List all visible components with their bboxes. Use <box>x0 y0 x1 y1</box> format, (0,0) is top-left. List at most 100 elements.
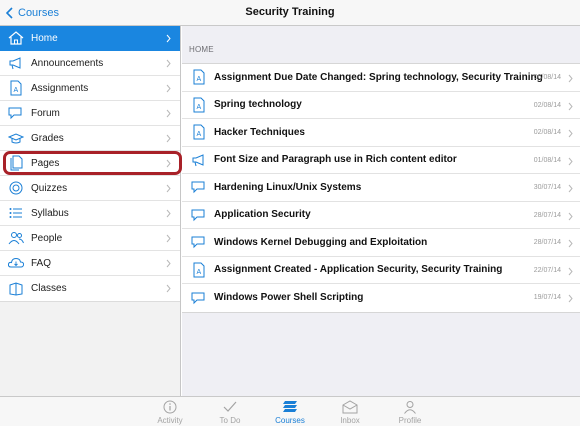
chevron-right-icon <box>568 184 573 193</box>
classes-icon <box>6 281 26 297</box>
sidebar-item-grades[interactable]: Grades <box>0 126 180 151</box>
home-activity-panel: HOME A Assignment Due Date Changed: Spri… <box>182 26 580 396</box>
sidebar-item-label: Forum <box>31 107 60 119</box>
tab-label: To Do <box>219 416 241 425</box>
discussion-icon <box>191 207 207 223</box>
sidebar-item-label: Syllabus <box>31 207 69 219</box>
chevron-right-icon <box>166 234 171 243</box>
item-date: 02/08/14 <box>533 129 561 136</box>
discussion-icon <box>191 290 207 306</box>
list-item[interactable]: Font Size and Paragraph use in Rich cont… <box>182 147 580 174</box>
list-item[interactable]: A Spring technology 02/08/14 <box>182 92 580 119</box>
sidebar-menu: Home Announcements A Assignments Forum G… <box>0 26 180 302</box>
item-title: Hardening Linux/Unix Systems <box>214 181 362 193</box>
list-item[interactable]: A Assignment Created - Application Secur… <box>182 257 580 284</box>
sidebar-item-classes[interactable]: Classes <box>0 276 180 301</box>
item-title: Font Size and Paragraph use in Rich cont… <box>214 154 457 166</box>
item-date: 22/07/14 <box>533 266 561 274</box>
list-item[interactable]: A Assignment Due Date Changed: Spring te… <box>182 64 580 92</box>
chevron-right-icon <box>568 239 573 248</box>
chevron-right-icon <box>166 34 171 43</box>
sidebar-item-label: Assignments <box>31 82 89 94</box>
sidebar-item-syllabus[interactable]: Syllabus <box>0 201 180 226</box>
svg-text:A: A <box>197 269 202 276</box>
item-title: Spring technology <box>214 99 302 111</box>
sidebar-item-home[interactable]: Home <box>0 26 180 51</box>
item-date: 30/07/14 <box>533 184 561 191</box>
item-title: Assignment Created - Application Securit… <box>214 264 503 276</box>
sidebar-item-people[interactable]: People <box>0 226 180 251</box>
chevron-right-icon <box>166 159 171 168</box>
chevron-right-icon <box>568 129 573 138</box>
discussion-icon <box>191 234 207 250</box>
syllabus-icon <box>6 205 26 221</box>
item-title: Windows Power Shell Scripting <box>214 292 364 304</box>
sidebar-item-label: Grades <box>31 132 64 144</box>
course-sidebar: Home Announcements A Assignments Forum G… <box>0 26 181 396</box>
tab-to-do[interactable]: To Do <box>210 399 250 425</box>
tab-courses[interactable]: Courses <box>270 399 310 425</box>
svg-text:A: A <box>14 87 19 94</box>
list-item[interactable]: Application Security 28/07/14 <box>182 202 580 229</box>
people-icon <box>6 230 26 246</box>
assignment-doc-icon: A <box>6 80 26 96</box>
list-item[interactable]: Windows Power Shell Scripting 19/07/14 <box>182 284 580 312</box>
chevron-right-icon <box>568 212 573 220</box>
sidebar-item-pages[interactable]: Pages <box>0 151 180 176</box>
item-title: Application Security <box>214 209 311 221</box>
pages-icon <box>6 155 26 171</box>
tab-label: Inbox <box>340 416 360 425</box>
chevron-right-icon <box>166 209 171 218</box>
tab-activity[interactable]: Activity <box>150 399 190 425</box>
sidebar-item-quizzes[interactable]: Quizzes <box>0 176 180 201</box>
bottom-tab-bar: Activity To Do Courses Inbox Profile <box>0 396 580 426</box>
sidebar-item-forum[interactable]: Forum <box>0 101 180 126</box>
chevron-right-icon <box>166 259 171 268</box>
sidebar-item-faq[interactable]: FAQ <box>0 251 180 276</box>
list-item[interactable]: A Hacker Techniques 02/08/14 <box>182 119 580 147</box>
activity-list: A Assignment Due Date Changed: Spring te… <box>182 63 580 313</box>
sidebar-item-label: Home <box>31 32 58 44</box>
chevron-right-icon <box>568 267 573 275</box>
sidebar-item-label: Classes <box>31 283 67 294</box>
list-item[interactable]: Hardening Linux/Unix Systems 30/07/14 <box>182 174 580 202</box>
section-header: HOME <box>189 45 214 54</box>
item-date: 28/07/14 <box>533 239 561 246</box>
assignment-doc-icon: A <box>191 262 207 278</box>
item-title: Windows Kernel Debugging and Exploitatio… <box>214 236 428 248</box>
tab-label: Activity <box>157 416 183 425</box>
tab-inbox[interactable]: Inbox <box>330 399 370 425</box>
list-item[interactable]: Windows Kernel Debugging and Exploitatio… <box>182 229 580 257</box>
sidebar-item-assignments[interactable]: A Assignments <box>0 76 180 101</box>
info-icon <box>150 399 190 415</box>
discussion-icon <box>191 179 207 195</box>
cloud-icon <box>6 255 26 271</box>
sidebar-item-label: Quizzes <box>31 182 68 194</box>
sidebar-item-label: People <box>31 232 63 244</box>
inbox-icon <box>330 399 370 415</box>
sidebar-item-announcements[interactable]: Announcements <box>0 51 180 76</box>
item-date: 02/08/14 <box>533 101 561 109</box>
chevron-right-icon <box>166 59 171 68</box>
home-icon <box>6 30 26 46</box>
item-date: 06/08/14 <box>533 74 561 81</box>
tab-profile[interactable]: Profile <box>390 399 430 425</box>
navigation-bar: Courses Security Training <box>0 0 580 26</box>
chevron-right-icon <box>568 157 573 165</box>
svg-text:A: A <box>197 104 202 111</box>
assignment-doc-icon: A <box>191 69 207 85</box>
chevron-right-icon <box>166 134 171 143</box>
grades-icon <box>6 130 26 146</box>
sidebar-item-label: FAQ <box>31 257 52 269</box>
chevron-right-icon <box>568 102 573 110</box>
svg-text:A: A <box>197 131 202 138</box>
item-date: 19/07/14 <box>533 294 561 301</box>
assignment-doc-icon: A <box>191 124 207 140</box>
megaphone-icon <box>6 55 26 71</box>
profile-icon <box>390 399 430 415</box>
item-title: Assignment Due Date Changed: Spring tech… <box>214 71 543 83</box>
assignment-doc-icon: A <box>191 97 207 113</box>
sidebar-item-label: Pages <box>31 157 60 169</box>
tab-label: Courses <box>275 416 305 425</box>
page-title: Security Training <box>245 6 335 18</box>
